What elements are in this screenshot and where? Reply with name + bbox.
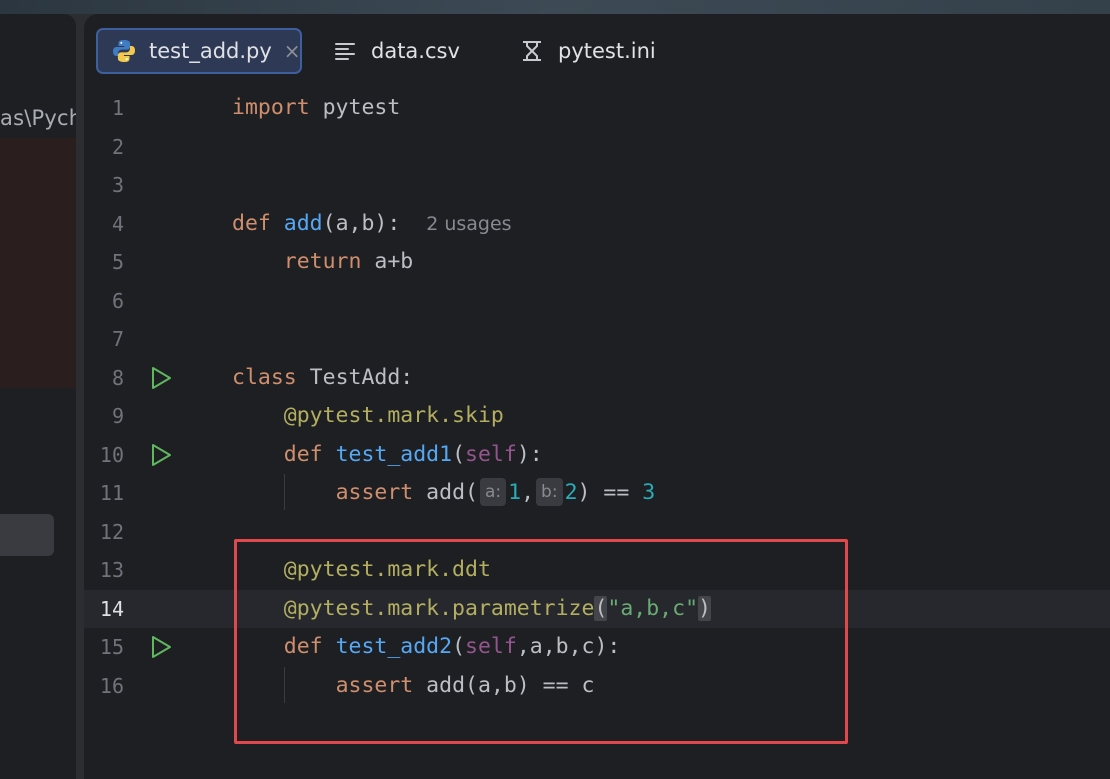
line-number: 1 (111, 96, 124, 120)
tab-pytest-ini[interactable]: pytest.ini (516, 28, 656, 74)
close-icon[interactable]: × (284, 39, 301, 63)
code-text: def add(a,b): 2 usages (232, 205, 512, 243)
code-text: return a+b (232, 243, 413, 281)
module-name: pytest (309, 95, 401, 120)
code-text: assert add(a: 1, b: 2) == 3 (232, 474, 655, 512)
window-top-strip (0, 0, 1110, 14)
python-icon (111, 37, 137, 65)
decorator: @pytest.mark.skip (283, 403, 504, 428)
code-text: class TestAdd: (232, 359, 413, 397)
tab-test-add-py[interactable]: test_add.py × (96, 28, 302, 74)
code-line-3[interactable]: 3 (84, 166, 1110, 204)
code-text: @pytest.mark.skip (232, 397, 504, 435)
code-line-6[interactable]: 6 (84, 282, 1110, 320)
code-line-4[interactable]: 4 def add(a,b): 2 usages (84, 205, 1110, 243)
line-number: 7 (111, 327, 124, 351)
tab-label: data.csv (371, 39, 460, 63)
expression: a+b (361, 249, 414, 274)
run-test-icon[interactable] (148, 634, 174, 660)
editor-tab-bar: test_add.py × data.csv pytest.ini (84, 14, 1110, 90)
keyword-import: import (232, 95, 310, 120)
code-line-7[interactable]: 7 (84, 320, 1110, 358)
code-line-9[interactable]: 9 @pytest.mark.skip (84, 397, 1110, 435)
line-number: 14 (99, 597, 124, 621)
function-name: test_add1 (335, 442, 453, 467)
number: 1 (508, 480, 522, 505)
code-line-1[interactable]: 1 import pytest (84, 89, 1110, 127)
code-line-10[interactable]: 10 def test_add1(self): (84, 436, 1110, 474)
code-editor[interactable]: test_add.py × data.csv pytest.ini 1 impo… (84, 14, 1110, 779)
indent-guide (284, 474, 285, 510)
ini-config-icon (518, 37, 546, 65)
highlight-annotation-box (234, 539, 848, 744)
line-number: 5 (111, 250, 124, 274)
line-number: 10 (99, 443, 124, 467)
self-param: self (465, 442, 517, 467)
line-number: 6 (111, 289, 124, 313)
line-number: 12 (99, 520, 124, 544)
code-text: import pytest (232, 89, 400, 127)
project-panel-highlight (0, 138, 76, 388)
line-number: 4 (111, 212, 124, 236)
keyword-return: return (283, 249, 362, 274)
tab-data-csv[interactable]: data.csv (329, 28, 460, 74)
usages-hint[interactable]: 2 usages (426, 213, 511, 235)
run-test-icon[interactable] (148, 365, 174, 391)
code-text: def test_add1(self): (232, 436, 543, 474)
class-name: TestAdd: (296, 365, 414, 390)
operator: ) == (577, 480, 643, 505)
line-number: 13 (99, 558, 124, 582)
line-number: 11 (99, 481, 124, 505)
number: 3 (642, 480, 656, 505)
project-path-fragment: as\Pycha (0, 106, 76, 130)
paren: ): (516, 442, 543, 467)
param-hint-b: b: (536, 478, 563, 506)
keyword-def: def (283, 442, 323, 467)
line-number: 9 (111, 404, 124, 428)
param-hint-a: a: (479, 478, 507, 506)
tab-label: test_add.py (149, 39, 272, 63)
line-number: 16 (99, 674, 124, 698)
code-line-5[interactable]: 5 return a+b (84, 243, 1110, 281)
function-name: add (283, 211, 323, 236)
line-number: 3 (111, 173, 124, 197)
line-number: 8 (111, 366, 124, 390)
code-line-11[interactable]: 11 assert add(a: 1, b: 2) == 3 (84, 474, 1110, 512)
line-number: 15 (99, 635, 124, 659)
project-panel: as\Pycha (0, 14, 76, 779)
keyword-def: def (232, 211, 271, 236)
keyword-assert: assert (335, 480, 414, 505)
params: (a,b): (322, 211, 401, 236)
line-number: 2 (111, 135, 124, 159)
code-line-2[interactable]: 2 (84, 128, 1110, 166)
tab-label: pytest.ini (558, 39, 656, 63)
keyword-class: class (232, 365, 297, 390)
call: add( (413, 480, 478, 505)
run-test-icon[interactable] (148, 442, 174, 468)
paren: ( (452, 442, 466, 467)
text-lines-icon (331, 37, 359, 65)
number: 2 (564, 480, 578, 505)
project-selected-item[interactable] (0, 514, 54, 556)
code-line-8[interactable]: 8 class TestAdd: (84, 359, 1110, 397)
comma: , (521, 480, 535, 505)
